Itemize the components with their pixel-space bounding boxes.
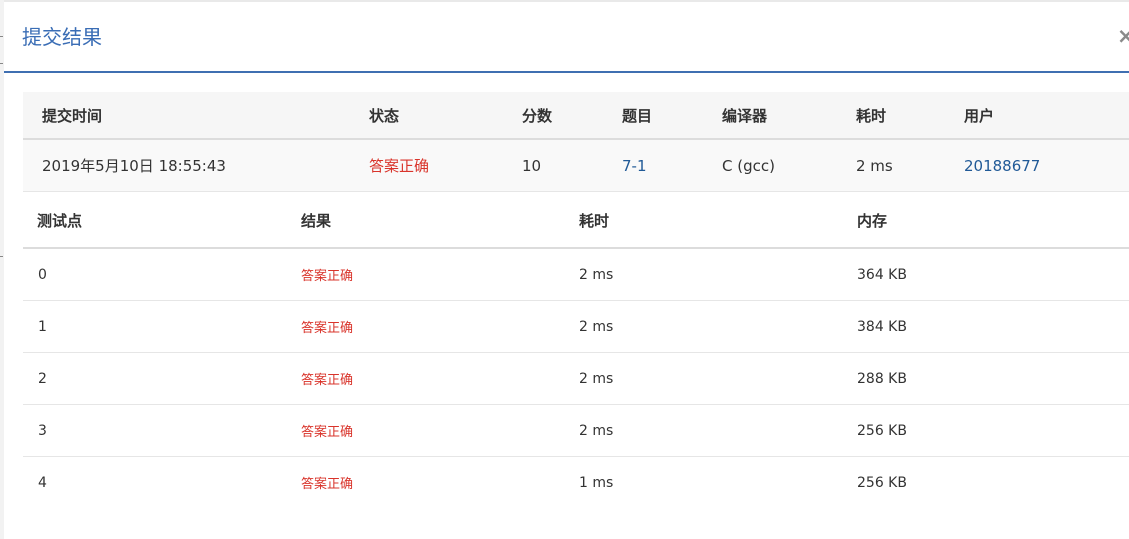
testcase-id: 1	[23, 300, 301, 353]
testcase-time: 1 ms	[579, 474, 614, 491]
testcase-result: 答案正确	[301, 300, 579, 353]
compiler-value: C (gcc)	[722, 139, 856, 192]
testcase-id: 2	[23, 352, 301, 405]
submit-time: 2019年5月10日 18:55:43	[23, 139, 369, 192]
table-row: 2 答案正确 2 ms 288 KB	[23, 352, 1129, 405]
col-header-status: 状态	[369, 92, 522, 140]
table-row: 4 答案正确 1 ms 256 KB	[23, 457, 1129, 509]
table-row: 0 答案正确 2 ms 364 KB	[23, 248, 1129, 301]
testcase-time: 2 ms	[579, 352, 857, 405]
testcase-result: 答案正确	[301, 404, 579, 457]
testcase-memory: 288 KB	[857, 352, 1129, 405]
col-header-memory: 内存	[857, 193, 1129, 249]
testcase-time: 2 ms	[579, 248, 857, 301]
backdrop-tick	[0, 36, 3, 37]
testcase-table: 测试点 结果 耗时 内存 0 答案正确 2 ms 364 KB 1 答案正确 2…	[23, 193, 1129, 508]
col-header-time: 耗时	[579, 193, 857, 249]
testcase-memory: 256 KB	[857, 474, 907, 491]
testcase-header-row: 测试点 结果 耗时 内存	[23, 193, 1129, 249]
col-header-testcase: 测试点	[23, 193, 301, 249]
backdrop-tick	[0, 63, 3, 64]
close-icon[interactable]: ×	[1117, 24, 1129, 48]
testcase-id: 4	[38, 474, 47, 491]
dialog-header: 提交结果 ×	[4, 2, 1129, 73]
testcase-id: 0	[23, 248, 301, 301]
col-header-duration: 耗时	[856, 92, 964, 140]
user-link[interactable]: 20188677	[964, 157, 1040, 175]
summary-row: 2019年5月10日 18:55:43 答案正确 10 7-1 C (gcc) …	[23, 139, 1129, 192]
duration-value: 2 ms	[856, 139, 964, 192]
submission-summary-table: 提交时间 状态 分数 题目 编译器 耗时 用户 2019年5月10日 18:55…	[23, 92, 1129, 192]
testcase-result: 答案正确	[301, 477, 354, 492]
backdrop-tick	[0, 256, 3, 257]
testcase-memory: 256 KB	[857, 404, 1129, 457]
submission-result-dialog: 提交结果 × 提交时间 状态 分数 题目 编译器 耗时 用户 2019年5月10…	[0, 0, 1129, 539]
col-header-user: 用户	[964, 92, 1129, 140]
testcase-id: 3	[23, 404, 301, 457]
col-header-compiler: 编译器	[722, 92, 856, 140]
backdrop-left-edge	[0, 0, 4, 539]
table-row: 1 答案正确 2 ms 384 KB	[23, 300, 1129, 353]
testcase-time: 2 ms	[579, 300, 857, 353]
testcase-result: 答案正确	[301, 352, 579, 405]
table-row: 3 答案正确 2 ms 256 KB	[23, 404, 1129, 457]
testcase-memory: 384 KB	[857, 300, 1129, 353]
testcase-time: 2 ms	[579, 404, 857, 457]
testcase-memory: 364 KB	[857, 248, 1129, 301]
score-value: 10	[522, 139, 622, 192]
col-header-result: 结果	[301, 193, 579, 249]
summary-header-row: 提交时间 状态 分数 题目 编译器 耗时 用户	[23, 92, 1129, 140]
col-header-score: 分数	[522, 92, 622, 140]
testcase-result: 答案正确	[301, 248, 579, 301]
status-badge: 答案正确	[369, 139, 522, 192]
problem-link[interactable]: 7-1	[622, 157, 647, 175]
col-header-problem: 题目	[622, 92, 722, 140]
col-header-submit-time: 提交时间	[23, 92, 369, 140]
dialog-title: 提交结果	[22, 25, 102, 49]
